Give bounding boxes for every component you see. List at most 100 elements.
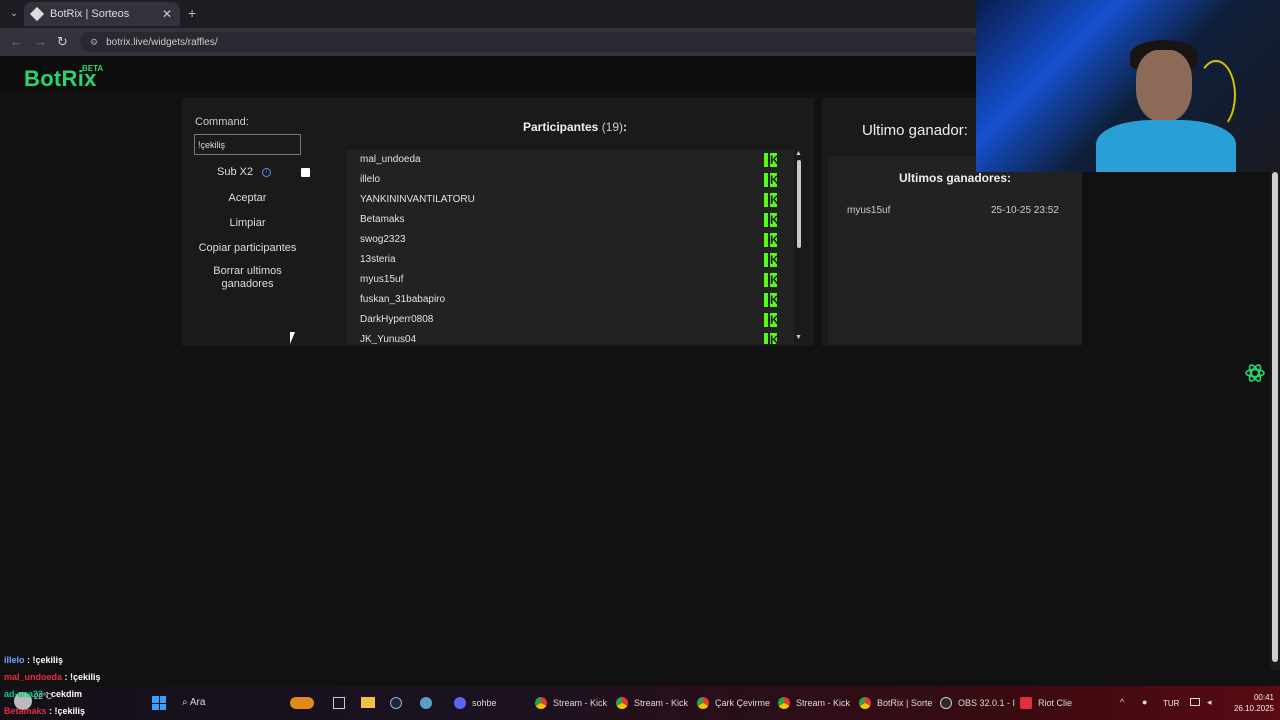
- webcam-face: [1136, 50, 1192, 122]
- kick-icon: K: [764, 193, 779, 207]
- sub-x2-label: Sub X2: [217, 166, 254, 178]
- search-highlight-icon[interactable]: [290, 697, 314, 709]
- microphone-icon[interactable]: ●: [1142, 697, 1147, 707]
- address-bar[interactable]: ⚙ botrix.live/widgets/raffles/: [80, 32, 980, 52]
- copy-participants-button[interactable]: Copiar participantes: [194, 242, 301, 255]
- list-item[interactable]: mal_undoeda K: [346, 150, 794, 170]
- browser-tab[interactable]: BotRix | Sorteos ✕: [24, 2, 180, 26]
- scroll-up-arrow-icon[interactable]: ▲: [795, 150, 802, 157]
- scroll-down-arrow-icon[interactable]: ▼: [795, 334, 802, 341]
- clock[interactable]: 00:41 26.10.2025: [1228, 692, 1274, 714]
- language-indicator[interactable]: TUR: [1163, 699, 1179, 708]
- chat-user: mal_undoeda: [4, 672, 63, 682]
- kick-icon: K: [764, 213, 779, 227]
- command-label: Command:: [195, 116, 249, 128]
- taskbar-item-discord[interactable]: sohbe: [454, 697, 497, 709]
- info-icon[interactable]: i: [262, 168, 271, 177]
- chrome-icon: [616, 697, 628, 709]
- app-icon[interactable]: [420, 697, 432, 709]
- volume-icon[interactable]: ◂: [1207, 697, 1212, 708]
- participants-list[interactable]: mal_undoeda K illelo K YANKININVANTILATORU…: [346, 150, 794, 344]
- kick-icon: K: [764, 153, 779, 167]
- taskbar-item-chrome[interactable]: Stream - Kick: [535, 697, 607, 709]
- taskbar-search[interactable]: ⌕ Ara: [182, 697, 205, 708]
- list-item[interactable]: swog2323 K: [346, 230, 794, 250]
- start-button[interactable]: [152, 696, 166, 710]
- delete-last-winners-button[interactable]: Borrar ultimos ganadores: [194, 265, 301, 291]
- forward-arrow-icon[interactable]: →: [34, 34, 47, 49]
- last-winners-title: Ultimos ganadores:: [898, 171, 1012, 185]
- taskbar-item-chrome-active[interactable]: BotRix | Sorte: [859, 697, 932, 709]
- taskbar-label: sohbe: [472, 698, 497, 708]
- participants-scroll-thumb[interactable]: [797, 160, 801, 248]
- list-item[interactable]: myus15uf K: [346, 270, 794, 290]
- taskbar-label: Çark Çevirme: [715, 698, 771, 708]
- ai-assistant-icon[interactable]: [1244, 362, 1266, 384]
- participant-name: DarkHyperr0808: [360, 314, 434, 325]
- participant-name: Betamaks: [360, 214, 405, 225]
- kick-icon: K: [764, 293, 779, 307]
- participant-name: myus15uf: [360, 274, 404, 285]
- taskbar-item-riot[interactable]: Riot Clie: [1020, 697, 1072, 709]
- chat-message: ad‑ana22 : cekdim: [4, 689, 82, 699]
- headset-icon: [1196, 60, 1236, 130]
- command-input[interactable]: [194, 134, 301, 155]
- taskbar-label: Riot Clie: [1038, 698, 1073, 708]
- taskbar-label: OBS 32.0.1 - I: [958, 698, 1016, 708]
- chat-text: : !çekiliş: [27, 655, 64, 665]
- kick-icon: K: [764, 273, 779, 287]
- discord-icon: [454, 697, 466, 709]
- list-item[interactable]: YANKININVANTILATORU K: [346, 190, 794, 210]
- taskbar-item-obs[interactable]: OBS 32.0.1 - I: [940, 697, 1015, 709]
- site-settings-icon[interactable]: ⚙: [90, 37, 98, 48]
- chrome-icon: [778, 697, 790, 709]
- chat-user: Betamaks: [4, 706, 47, 716]
- participant-name: 13steria: [360, 254, 396, 265]
- kick-icon: K: [764, 313, 779, 327]
- reload-icon[interactable]: ↻: [57, 34, 68, 50]
- beta-badge: BETA: [82, 64, 104, 73]
- sub-x2-checkbox[interactable]: [301, 168, 310, 177]
- last-winner-label: Ultimo ganador:: [862, 122, 968, 139]
- taskbar-item-chrome[interactable]: Stream - Kick: [778, 697, 850, 709]
- list-item[interactable]: Betamaks K: [346, 210, 794, 230]
- steam-icon[interactable]: [390, 697, 402, 709]
- tab-search-icon[interactable]: ⌄: [6, 6, 22, 22]
- participants-colon: :: [623, 120, 628, 134]
- tray-chevron-icon[interactable]: ^: [1120, 697, 1124, 707]
- taskbar-label: Stream - Kick: [796, 698, 851, 708]
- clock-time: 00:41: [1253, 693, 1274, 702]
- taskbar-label: Stream - Kick: [634, 698, 689, 708]
- list-item[interactable]: JK_Yunus04 K: [346, 330, 794, 344]
- clock-date: 26.10.2025: [1233, 704, 1274, 713]
- chat-text: : !çekiliş: [49, 706, 86, 716]
- botrix-favicon-icon: [29, 6, 45, 22]
- chrome-icon: [859, 697, 871, 709]
- close-tab-icon[interactable]: ✕: [162, 7, 172, 21]
- list-item[interactable]: DarkHyperr0808 K: [346, 310, 794, 330]
- list-item[interactable]: 13steria K: [346, 250, 794, 270]
- chat-user: ad‑ana22: [4, 689, 44, 699]
- obs-icon: [940, 697, 952, 709]
- participant-name: fuskan_31babapiro: [360, 294, 446, 305]
- participant-name: JK_Yunus04: [360, 334, 417, 344]
- participants-title-text: Participantes: [522, 120, 599, 134]
- taskbar-item-chrome[interactable]: Stream - Kick: [616, 697, 688, 709]
- file-explorer-icon[interactable]: [361, 697, 375, 708]
- list-item[interactable]: fuskan_31babapiro K: [346, 290, 794, 310]
- clear-button[interactable]: Limpiar: [194, 217, 301, 230]
- participant-name: illelo: [360, 174, 381, 185]
- chat-message: illelo : !çekiliş: [4, 655, 63, 665]
- network-icon[interactable]: [1190, 698, 1200, 706]
- participants-count: (19): [601, 120, 624, 134]
- winner-date: 25-10-25 23:52: [991, 205, 1059, 216]
- taskbar-search-label: Ara: [189, 697, 206, 708]
- new-tab-button[interactable]: +: [188, 5, 196, 21]
- task-view-icon[interactable]: [333, 697, 345, 709]
- list-item[interactable]: illelo K: [346, 170, 794, 190]
- taskbar-item-chrome[interactable]: Çark Çevirme: [697, 697, 770, 709]
- accept-button[interactable]: Aceptar: [194, 192, 301, 205]
- back-arrow-icon[interactable]: ←: [10, 34, 23, 49]
- page-scroll-thumb[interactable]: [1272, 172, 1278, 662]
- chat-message: Betamaks : !çekiliş: [4, 706, 85, 716]
